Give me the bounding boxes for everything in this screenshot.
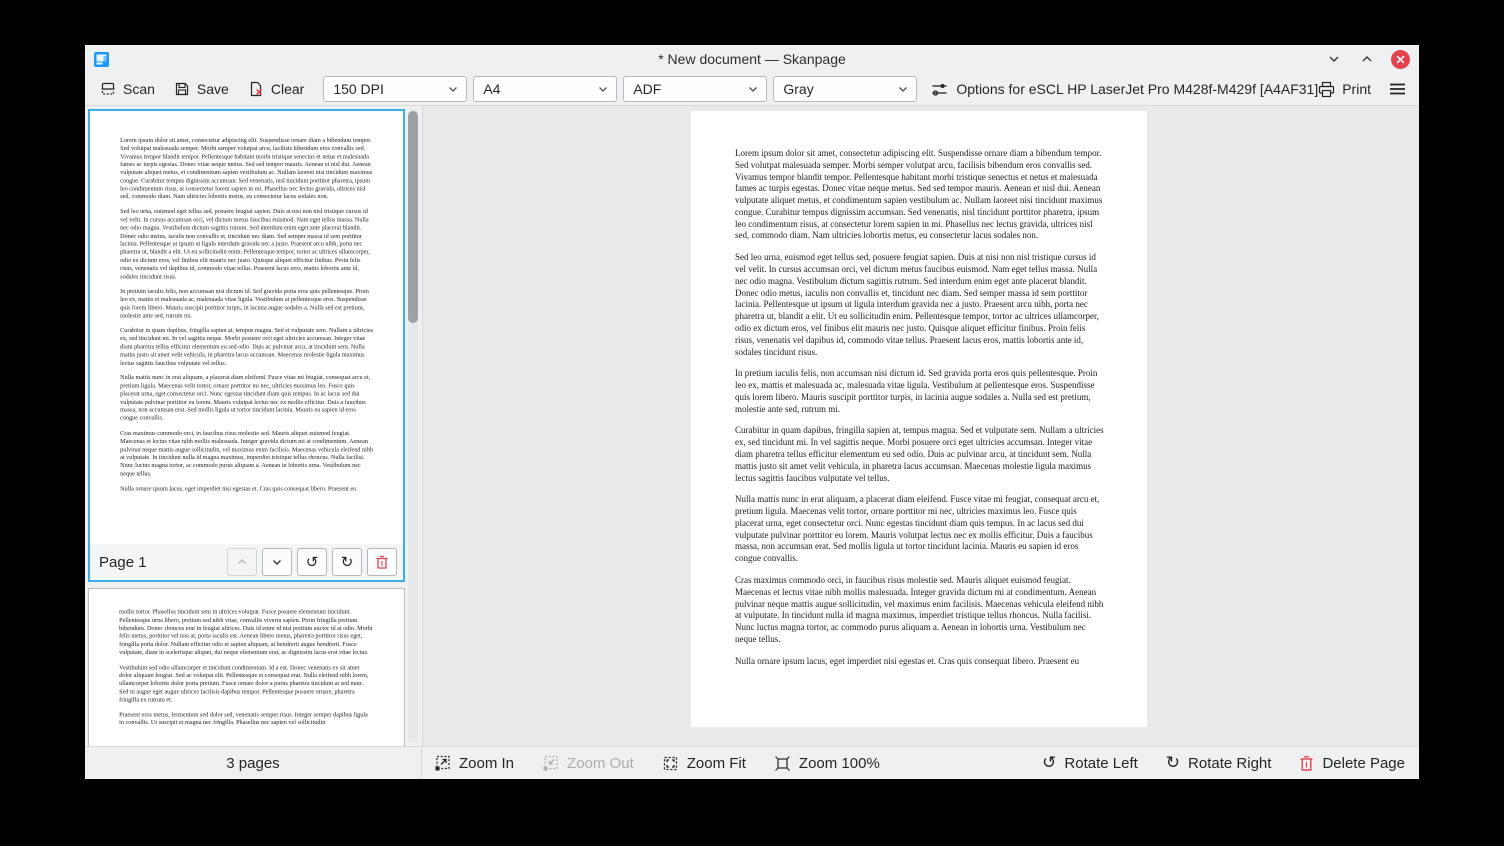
scanner-options-button[interactable]: Options for eSCL HP LaserJet Pro M428f-M… xyxy=(931,81,1318,98)
zoom-in-label: Zoom In xyxy=(459,754,515,772)
rotate-right-label: Rotate Right xyxy=(1188,754,1272,772)
rotate-left-icon: ↺ xyxy=(1042,752,1057,773)
delete-page-button[interactable]: Delete Page xyxy=(1299,755,1405,772)
minimize-button[interactable] xyxy=(1325,50,1343,68)
resolution-select[interactable]: 150 DPI xyxy=(323,76,468,102)
page-1-label: Page 1 xyxy=(99,553,147,571)
zoom-out-icon xyxy=(542,755,559,772)
zoom-fit-label: Zoom Fit xyxy=(686,754,746,772)
hamburger-menu-button[interactable] xyxy=(1388,81,1407,97)
save-button[interactable]: Save xyxy=(174,81,229,97)
window-title: * New document — Skanpage xyxy=(658,51,846,67)
chevron-up-icon xyxy=(235,555,249,569)
sidebar-scrollbar[interactable] xyxy=(408,111,418,323)
rotate-left-label: Rotate Left xyxy=(1064,754,1138,772)
scan-label: Scan xyxy=(123,81,155,97)
main-toolbar: Scan Save Clear 150 DPI A4 ADF Gray Opti… xyxy=(85,73,1419,106)
clear-label: Clear xyxy=(270,81,305,97)
pages-sidebar: Lorem ipsum dolor sit amet, consectetur … xyxy=(85,106,422,746)
titlebar: * New document — Skanpage xyxy=(85,45,1419,73)
trash-icon xyxy=(375,555,389,570)
scan-source-select[interactable]: ADF xyxy=(623,76,768,102)
printer-icon xyxy=(1318,81,1335,98)
zoom-in-button[interactable]: Zoom In xyxy=(434,755,514,772)
zoom-fit-icon xyxy=(662,755,679,772)
scan-icon xyxy=(100,81,116,97)
zoom-in-icon xyxy=(434,755,451,772)
document-preview-area: Lorem ipsum dolor sit amet, consectetur … xyxy=(422,106,1419,746)
chevron-down-icon xyxy=(897,83,909,95)
move-page-down-button[interactable] xyxy=(262,548,292,576)
skanpage-window: * New document — Skanpage Scan Save Clea… xyxy=(85,45,1419,779)
clear-button[interactable]: Clear xyxy=(248,81,304,97)
save-icon xyxy=(174,81,190,97)
clear-document-icon xyxy=(248,81,264,97)
scanner-options-label: Options for eSCL HP LaserJet Pro M428f-M… xyxy=(956,81,1319,97)
delete-page-1-button[interactable] xyxy=(367,548,397,576)
chevron-down-icon xyxy=(747,83,759,95)
configure-sliders-icon xyxy=(931,81,948,98)
zoom-100-button[interactable]: Zoom 100% xyxy=(774,755,880,772)
page-2-item[interactable]: mollis tortor. Phasellus tincidunt sem i… xyxy=(88,588,405,746)
zoom-fit-button[interactable]: Zoom Fit xyxy=(662,755,746,772)
rotate-left-icon: ↺ xyxy=(305,552,319,571)
page-1-item[interactable]: Lorem ipsum dolor sit amet, consectetur … xyxy=(88,109,405,582)
zoom-out-button: Zoom Out xyxy=(542,755,634,772)
resolution-value: 150 DPI xyxy=(333,81,384,97)
hamburger-icon xyxy=(1388,81,1407,97)
status-bar: 3 pages Zoom In Zoom Out Zoom Fit Zoom 1… xyxy=(85,746,1419,779)
zoom-original-icon xyxy=(774,755,791,772)
print-button[interactable]: Print xyxy=(1318,81,1371,98)
chevron-down-icon xyxy=(447,83,459,95)
rotate-right-icon: ↻ xyxy=(340,552,354,571)
move-page-up-button xyxy=(227,548,257,576)
page-1-thumbnail: Lorem ipsum dolor sit amet, consectetur … xyxy=(90,111,403,544)
rotate-page-left-button[interactable]: ↺ xyxy=(297,548,327,576)
zoom-out-label: Zoom Out xyxy=(567,754,634,772)
delete-page-label: Delete Page xyxy=(1322,754,1405,772)
color-mode-value: Gray xyxy=(783,81,814,97)
pages-count: 3 pages xyxy=(85,747,422,779)
chevron-down-icon xyxy=(597,83,609,95)
zoom-100-label: Zoom 100% xyxy=(798,754,880,772)
rotate-right-icon: ↻ xyxy=(1165,752,1181,773)
rotate-right-button[interactable]: ↻ Rotate Right xyxy=(1165,752,1272,773)
scan-button[interactable]: Scan xyxy=(100,81,155,97)
save-label: Save xyxy=(196,81,229,97)
document-page-preview: Lorem ipsum dolor sit amet, consectetur … xyxy=(691,111,1147,727)
close-button[interactable] xyxy=(1391,49,1410,69)
trash-icon xyxy=(1299,755,1314,772)
maximize-button[interactable] xyxy=(1358,50,1376,68)
rotate-page-right-button[interactable]: ↻ xyxy=(332,548,362,576)
chevron-down-icon xyxy=(270,555,284,569)
print-label: Print xyxy=(1342,81,1372,97)
rotate-left-button[interactable]: ↺ Rotate Left xyxy=(1042,752,1138,773)
page-size-value: A4 xyxy=(483,81,501,97)
scan-source-value: ADF xyxy=(633,81,662,97)
page-size-select[interactable]: A4 xyxy=(473,76,618,102)
color-mode-select[interactable]: Gray xyxy=(773,76,918,102)
